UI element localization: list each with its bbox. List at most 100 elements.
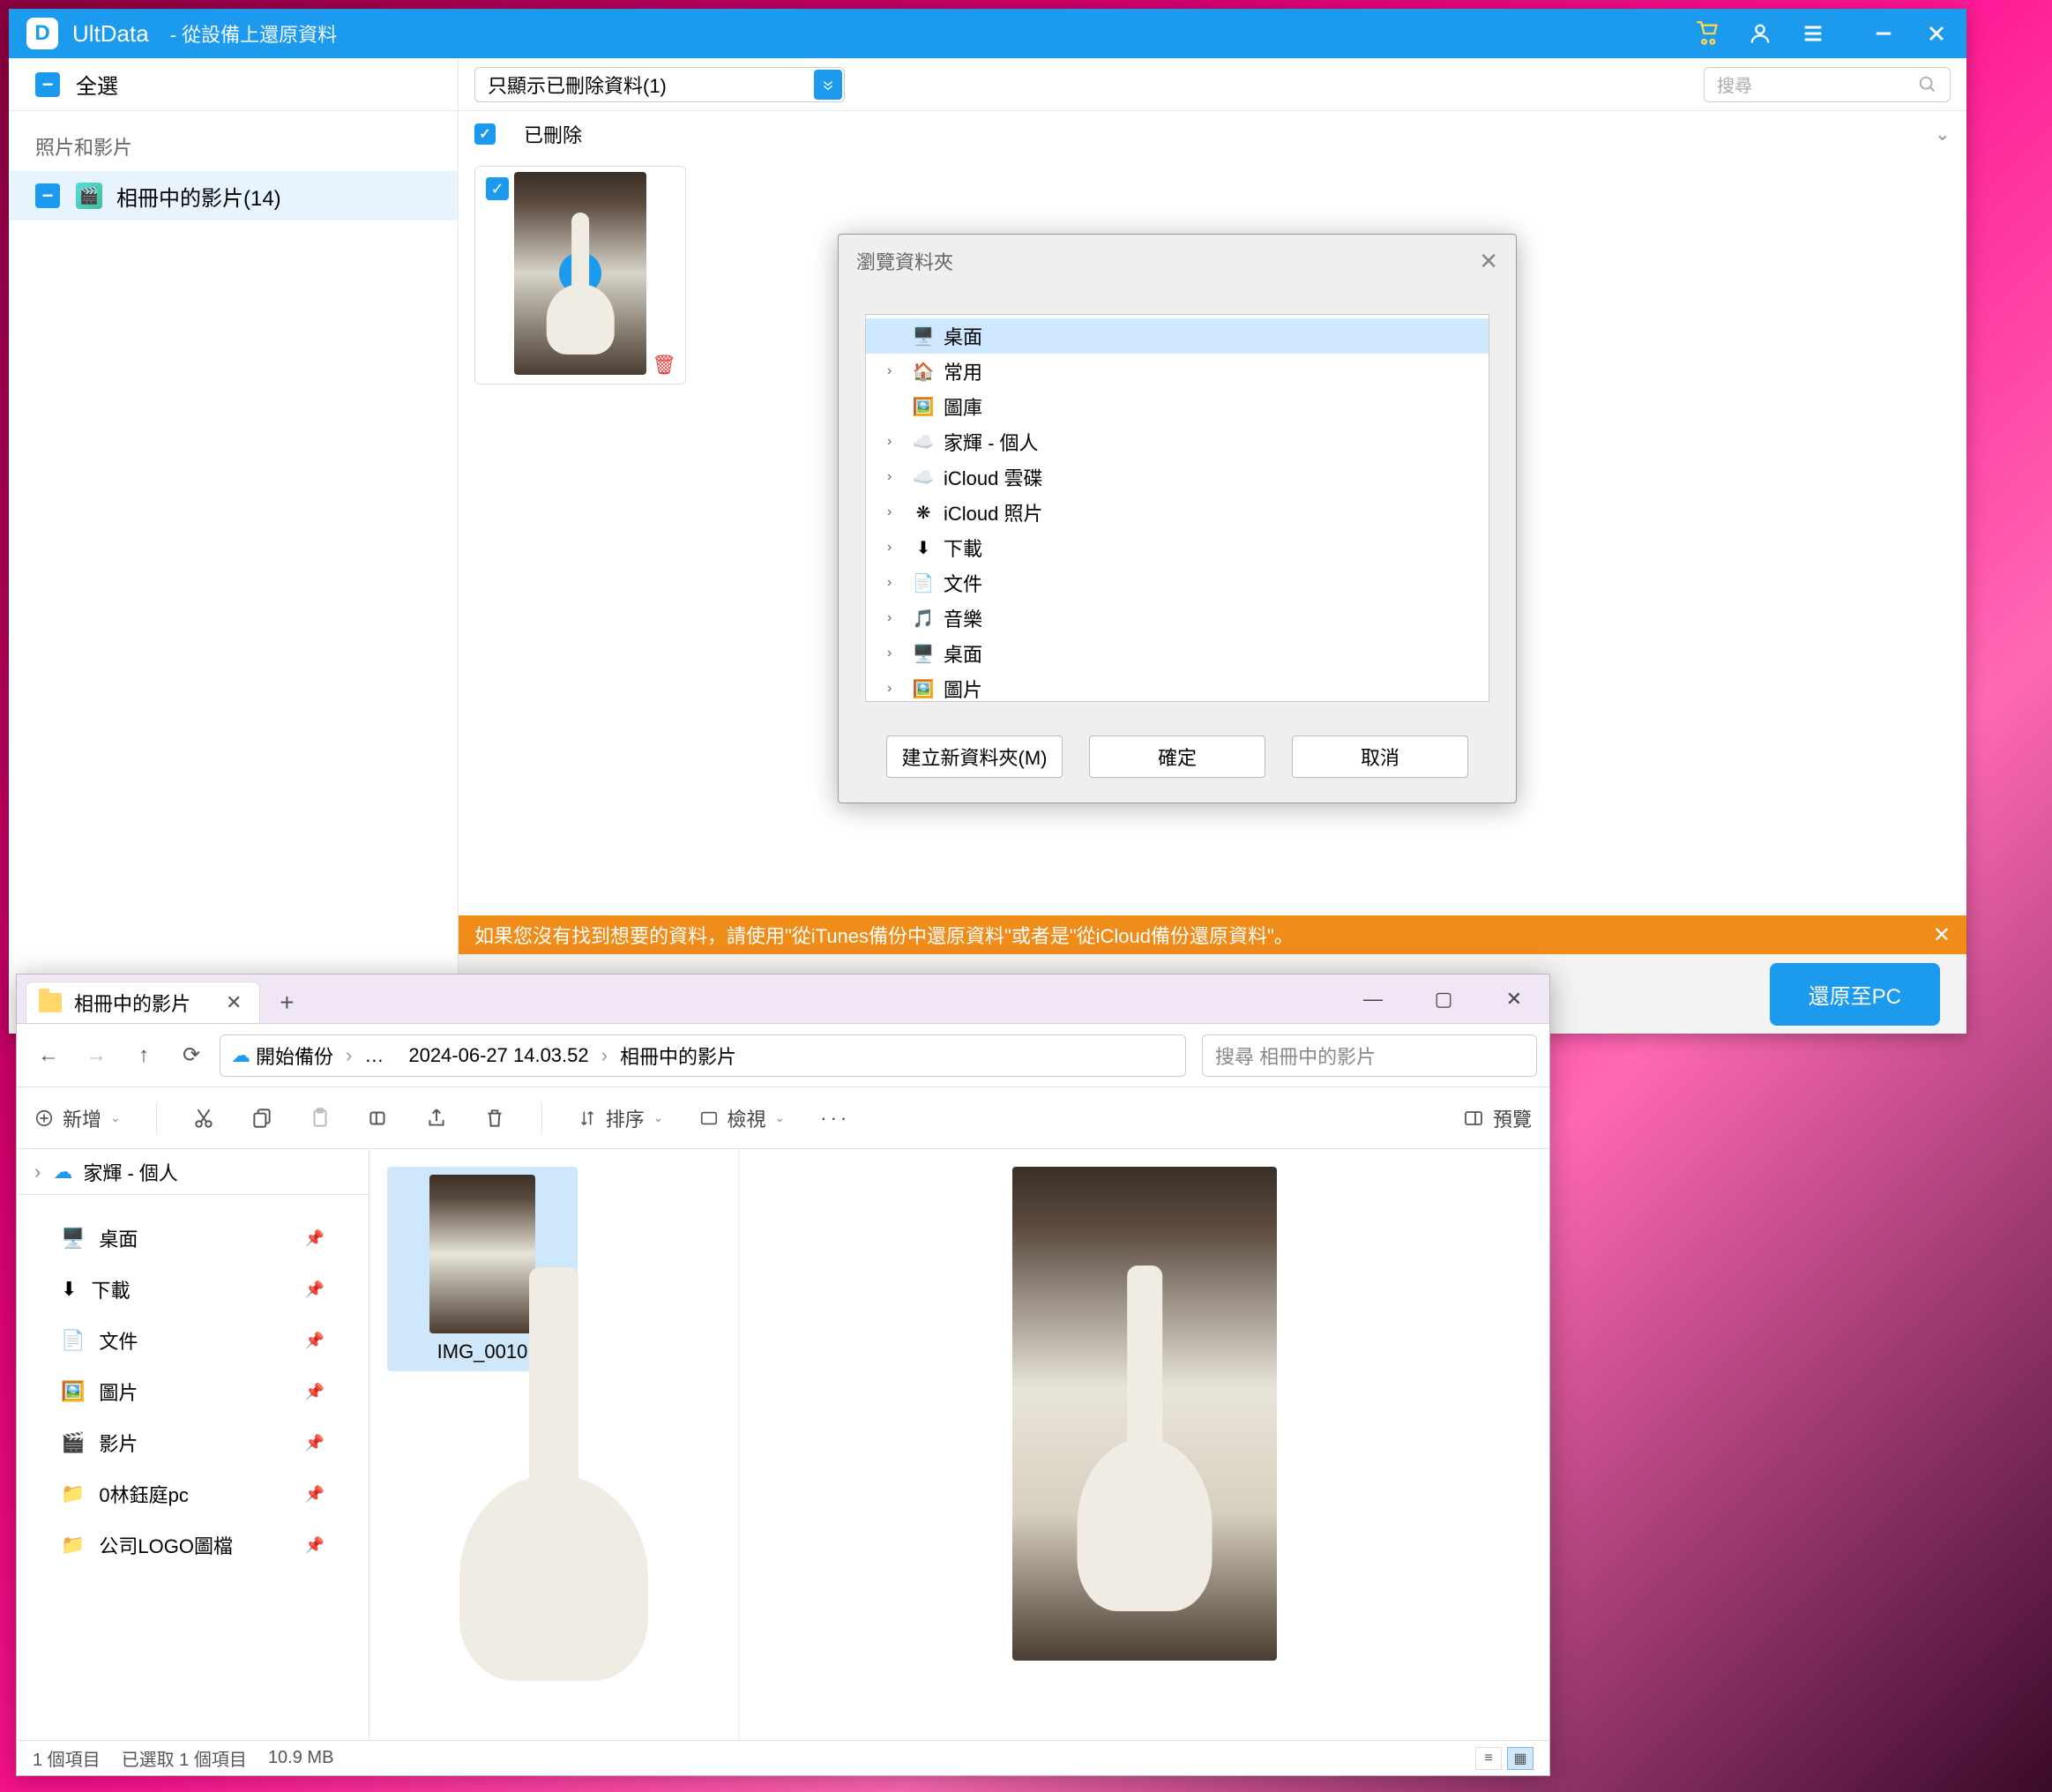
select-all-row[interactable]: − 全選 — [9, 58, 458, 111]
rename-icon[interactable] — [367, 1107, 390, 1130]
tree-item[interactable]: ›🏠常用 — [866, 354, 1489, 389]
refresh-button[interactable]: ⟳ — [172, 1036, 211, 1075]
folder-tree[interactable]: 🖥️桌面›🏠常用🖼️圖庫›☁️家輝 - 個人›☁️iCloud 雲碟›❋iClo… — [865, 314, 1489, 702]
filter-dropdown[interactable]: 只顯示已刪除資料(1) — [474, 67, 845, 102]
tree-item[interactable]: 🖥️桌面 — [866, 318, 1489, 354]
maximize-icon[interactable]: ▢ — [1408, 974, 1479, 1023]
tree-item[interactable]: ›🎵音樂 — [866, 601, 1489, 636]
nav-item[interactable]: 📄文件📌 — [17, 1315, 369, 1366]
cart-icon[interactable] — [1695, 21, 1720, 46]
nav-item[interactable]: 🖥️桌面📌 — [17, 1213, 369, 1264]
preview-image — [1012, 1167, 1277, 1661]
delete-icon[interactable] — [483, 1107, 506, 1130]
video-thumbnail[interactable]: ✓ 🗑 — [474, 166, 686, 385]
tree-item[interactable]: ›❋iCloud 照片 — [866, 495, 1489, 530]
more-button[interactable]: ··· — [820, 1107, 850, 1130]
tab-close-icon[interactable]: ✕ — [226, 991, 242, 1014]
copy-icon[interactable] — [250, 1107, 273, 1130]
preview-button[interactable]: 預覽 — [1463, 1104, 1532, 1132]
breadcrumb-root[interactable]: 開始備份 — [256, 1042, 333, 1070]
tree-item[interactable]: ›☁️家輝 - 個人 — [866, 424, 1489, 459]
thumbnails-view-toggle[interactable]: ▦ — [1507, 1747, 1533, 1770]
tree-item[interactable]: ›⬇下載 — [866, 530, 1489, 565]
category-label: 照片和影片 — [9, 111, 458, 171]
item-count: 1 個項目 — [33, 1745, 101, 1771]
back-button[interactable]: ← — [29, 1036, 68, 1075]
search-icon — [1918, 75, 1937, 94]
user-icon[interactable] — [1748, 21, 1772, 46]
nav-item[interactable]: 📁公司LOGO圖檔📌 — [17, 1519, 369, 1571]
breadcrumb-date[interactable]: 2024-06-27 14.03.52 — [408, 1044, 588, 1067]
nav-item[interactable]: 🖼️圖片📌 — [17, 1366, 369, 1417]
menu-icon[interactable] — [1801, 21, 1825, 46]
select-all-label: 全選 — [76, 69, 118, 100]
share-icon[interactable] — [425, 1107, 448, 1130]
thumb-checkbox[interactable]: ✓ — [486, 177, 509, 200]
selected-count: 已選取 1 個項目 — [122, 1745, 247, 1771]
breadcrumb-leaf[interactable]: 相冊中的影片 — [620, 1042, 736, 1070]
preview-pane — [740, 1149, 1549, 1740]
new-button[interactable]: 新增 ⌄ — [34, 1104, 121, 1132]
minimize-icon[interactable]: — — [1338, 974, 1408, 1023]
cut-icon[interactable] — [192, 1107, 215, 1130]
tree-item[interactable]: ›🖼️圖片 — [866, 671, 1489, 702]
app-subtitle: - 從設備上還原資料 — [170, 19, 337, 48]
select-all-checkbox[interactable]: − — [35, 72, 60, 97]
up-button[interactable]: ↑ — [124, 1036, 163, 1075]
dialog-close-icon[interactable]: ✕ — [1479, 248, 1498, 275]
close-icon[interactable] — [1924, 21, 1949, 46]
details-view-toggle[interactable]: ≡ — [1475, 1747, 1502, 1770]
view-button[interactable]: 檢視 ⌄ — [699, 1104, 786, 1132]
folder-icon — [39, 993, 62, 1012]
app-logo-icon: D — [26, 18, 58, 49]
nav-item[interactable]: 📁0林鈺庭pc📌 — [17, 1468, 369, 1519]
search-placeholder: 搜尋 相冊中的影片 — [1215, 1042, 1376, 1070]
search-placeholder: 搜尋 — [1717, 71, 1752, 97]
sidebar-account[interactable]: › ☁ 家輝 - 個人 — [17, 1149, 369, 1195]
item-checkbox[interactable]: − — [35, 183, 60, 208]
close-icon[interactable]: ✕ — [1479, 974, 1549, 1023]
plus-circle-icon — [34, 1109, 54, 1128]
view-icon — [699, 1109, 719, 1128]
explorer-window: 相冊中的影片 ✕ + — ▢ ✕ ← → ↑ ⟳ ☁ 開始備份 › … 2024… — [16, 974, 1550, 1776]
file-list[interactable]: IMG_0010 — [369, 1149, 740, 1740]
nav-item[interactable]: ⬇下載📌 — [17, 1264, 369, 1315]
file-item[interactable]: IMG_0010 — [387, 1167, 578, 1371]
chevron-down-icon[interactable]: ⌄ — [1935, 123, 1951, 146]
dropdown-arrow-icon[interactable] — [814, 70, 842, 100]
section-checkbox[interactable]: ✓ — [474, 123, 496, 145]
new-tab-button[interactable]: + — [267, 982, 306, 1023]
sort-button[interactable]: 排序 ⌄ — [578, 1104, 664, 1132]
tree-item[interactable]: ›☁️iCloud 雲碟 — [866, 459, 1489, 495]
tree-item[interactable]: ›📄文件 — [866, 565, 1489, 601]
app-name: UltData — [72, 20, 149, 48]
file-size: 10.9 MB — [268, 1748, 333, 1768]
file-thumbnail-image — [429, 1175, 535, 1333]
explorer-tab[interactable]: 相冊中的影片 ✕ — [26, 982, 260, 1023]
tree-item[interactable]: 🖼️圖庫 — [866, 389, 1489, 424]
search-input[interactable]: 搜尋 — [1704, 67, 1951, 102]
sidebar-item-label: 相冊中的影片(14) — [116, 181, 281, 212]
trash-icon: 🗑 — [652, 354, 676, 377]
new-folder-button[interactable]: 建立新資料夾(M) — [886, 735, 1063, 778]
forward-button[interactable]: → — [77, 1036, 116, 1075]
cancel-button[interactable]: 取消 — [1292, 735, 1468, 778]
recover-button[interactable]: 還原至PC — [1770, 963, 1940, 1026]
explorer-search-input[interactable]: 搜尋 相冊中的影片 — [1202, 1034, 1537, 1077]
browse-folder-dialog: 瀏覽資料夾 ✕ 🖥️桌面›🏠常用🖼️圖庫›☁️家輝 - 個人›☁️iCloud … — [838, 234, 1517, 803]
paste-icon[interactable] — [309, 1107, 332, 1130]
section-label: 已刪除 — [524, 120, 582, 148]
section-deleted[interactable]: ✓ 已刪除 ⌄ — [459, 111, 1966, 157]
sidebar: − 全選 照片和影片 − 🎬 相冊中的影片(14) — [9, 58, 459, 1034]
tree-item[interactable]: ›🖥️桌面 — [866, 636, 1489, 671]
nav-item[interactable]: 🎬影片📌 — [17, 1417, 369, 1468]
breadcrumb[interactable]: ☁ 開始備份 › … 2024-06-27 14.03.52 › 相冊中的影片 — [220, 1034, 1186, 1077]
hint-bar: 如果您沒有找到想要的資料，請使用"從iTunes備份中還原資料"或者是"從iCl… — [459, 915, 1966, 954]
clapperboard-icon: 🎬 — [76, 183, 102, 209]
ok-button[interactable]: 確定 — [1089, 735, 1265, 778]
sidebar-item-album-videos[interactable]: − 🎬 相冊中的影片(14) — [9, 171, 458, 220]
minimize-icon[interactable] — [1871, 21, 1896, 46]
breadcrumb-mid[interactable]: … — [364, 1044, 384, 1067]
cloud-icon: ☁ — [231, 1044, 250, 1067]
hint-close-icon[interactable]: ✕ — [1933, 922, 1951, 948]
